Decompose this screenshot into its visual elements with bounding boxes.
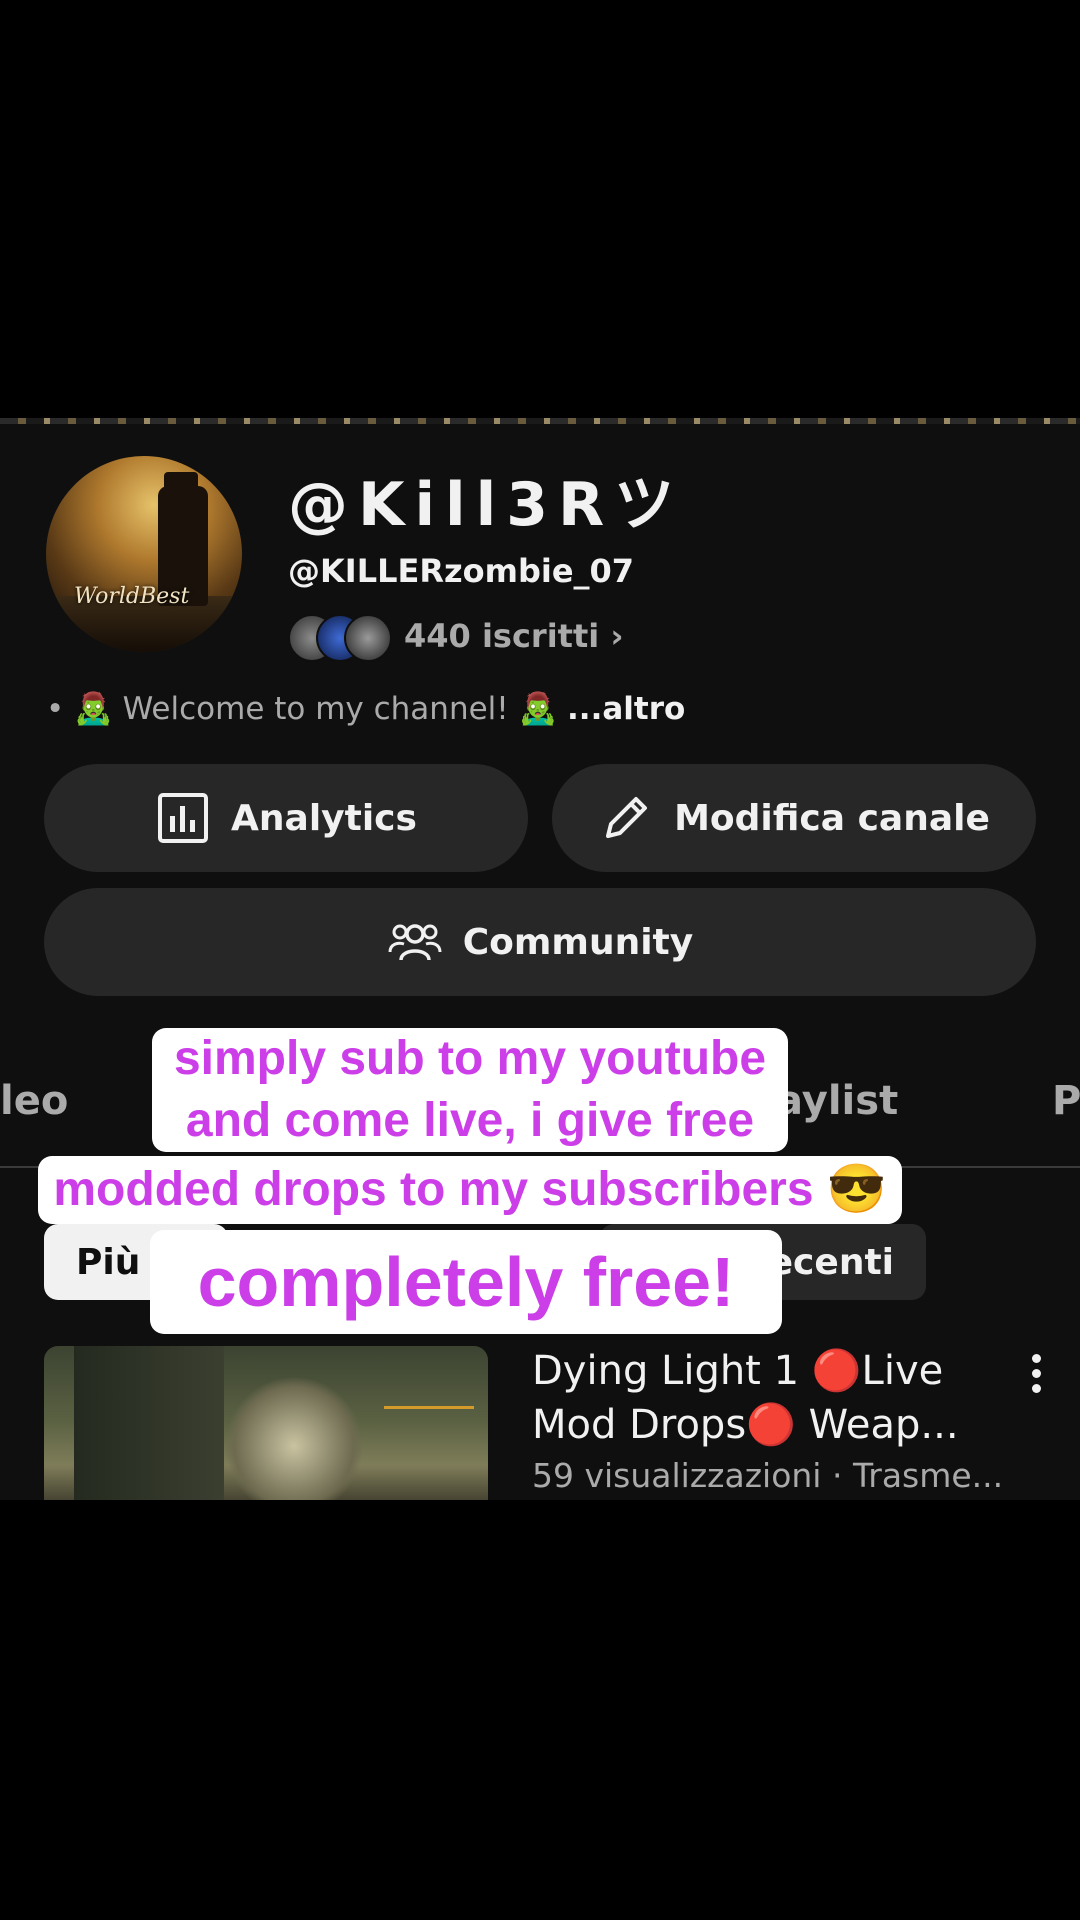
channel-name: @Kill3Rツ xyxy=(288,470,685,540)
channel-avatar[interactable]: WorldBest xyxy=(46,456,242,652)
video-thumbnail[interactable] xyxy=(44,1346,488,1500)
analytics-icon xyxy=(158,793,209,843)
channel-banner xyxy=(0,418,1080,424)
analytics-button[interactable]: Analytics xyxy=(44,764,528,872)
caption-line-1: simply sub to my youtube and come live, … xyxy=(152,1028,788,1152)
video-meta: 59 visualizzazioni · Trasme... xyxy=(532,1456,1004,1495)
edit-channel-label: Modifica canale xyxy=(674,797,990,839)
channel-description[interactable]: • 🧟‍♂️ Welcome to my channel! 🧟‍♂️ ...al… xyxy=(46,690,685,727)
pencil-icon xyxy=(606,797,648,838)
tab-video[interactable]: leo xyxy=(0,1078,68,1124)
subscriber-count-link[interactable]: 440 iscritti › xyxy=(404,617,624,655)
description-text: • 🧟‍♂️ Welcome to my channel! 🧟‍♂️ xyxy=(46,691,558,727)
caption-line-3: completely free! xyxy=(150,1230,782,1334)
description-more-link[interactable]: ...altro xyxy=(567,691,685,727)
community-icon xyxy=(388,924,442,961)
subscriber-avatars xyxy=(288,614,392,662)
kebab-menu-icon[interactable] xyxy=(1024,1352,1048,1396)
community-label: Community xyxy=(462,921,694,963)
channel-screen: WorldBest @Kill3Rツ @KILLERzombie_07 440 … xyxy=(0,418,1080,1500)
community-button[interactable]: Community xyxy=(44,888,1036,996)
edit-channel-button[interactable]: Modifica canale xyxy=(552,764,1036,872)
video-title[interactable]: Dying Light 1 🔴Live Mod Drops🔴 Weap... xyxy=(532,1344,1012,1452)
caption-line-2: modded drops to my subscribers 😎 xyxy=(38,1156,902,1224)
analytics-label: Analytics xyxy=(231,797,417,839)
avatar-logo-text: WorldBest xyxy=(74,584,190,609)
tab-playlist[interactable]: aylist xyxy=(776,1078,898,1124)
tab-next[interactable]: P xyxy=(1052,1078,1080,1124)
channel-handle: @KILLERzombie_07 xyxy=(288,552,635,590)
